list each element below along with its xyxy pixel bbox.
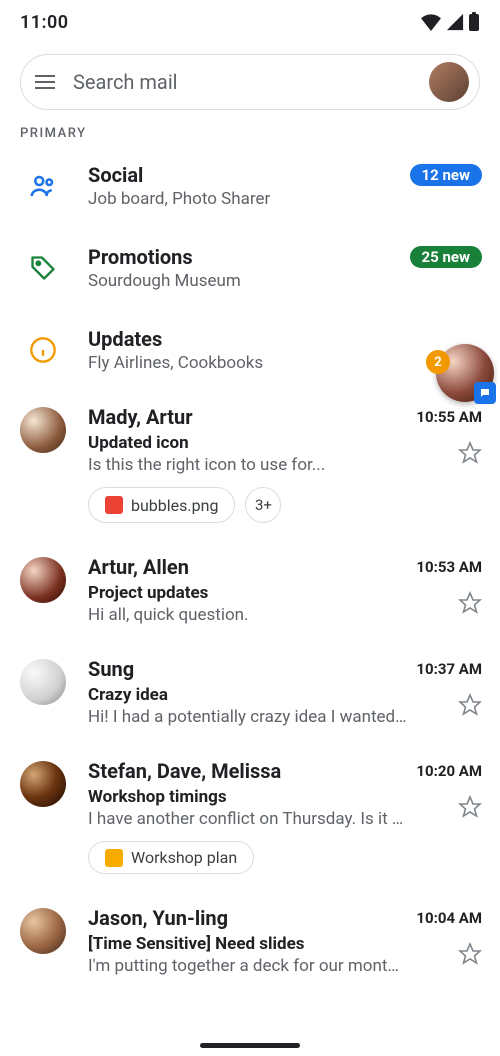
email-snippet: Hi all, quick question.	[88, 605, 408, 625]
status-bar: 11:00	[0, 0, 500, 40]
email-subject: [Time Sensitive] Need slides	[88, 934, 482, 954]
sender-avatar[interactable]	[20, 761, 66, 807]
email-item[interactable]: Stefan, Dave, Melissa 10:20 AM Workshop …	[0, 745, 500, 892]
category-subtitle: Job board, Photo Sharer	[88, 189, 482, 209]
section-label-primary: PRIMARY	[0, 120, 500, 145]
star-icon[interactable]	[458, 942, 482, 966]
attachment-label: bubbles.png	[131, 496, 218, 515]
email-item[interactable]: Artur, Allen 10:53 AM Project updates Hi…	[0, 541, 500, 643]
category-title: Promotions	[88, 245, 193, 269]
search-bar-container: Search mail	[0, 40, 500, 120]
category-subtitle: Fly Airlines, Cookbooks	[88, 353, 482, 373]
category-title: Updates	[88, 327, 162, 351]
category-subtitle: Sourdough Museum	[88, 271, 482, 291]
image-icon	[105, 496, 123, 514]
email-subject: Crazy idea	[88, 685, 482, 705]
sender-avatar[interactable]	[20, 557, 66, 603]
star-icon[interactable]	[458, 795, 482, 819]
email-sender: Stefan, Dave, Melissa	[88, 759, 281, 783]
email-sender: Artur, Allen	[88, 555, 189, 579]
status-time: 11:00	[20, 12, 69, 33]
cell-signal-icon	[446, 13, 464, 31]
category-social[interactable]: Social 12 new Job board, Photo Sharer	[0, 145, 500, 227]
notification-badge: 2	[426, 350, 450, 374]
battery-icon	[468, 12, 480, 32]
email-sender: Sung	[88, 657, 134, 681]
email-item[interactable]: Mady, Artur 10:55 AM Updated icon Is thi…	[0, 391, 500, 541]
email-item[interactable]: Sung 10:37 AM Crazy idea Hi! I had a pot…	[0, 643, 500, 745]
email-time: 10:20 AM	[416, 762, 482, 780]
new-badge: 12 new	[410, 164, 482, 186]
email-time: 10:37 AM	[416, 660, 482, 678]
account-avatar[interactable]	[429, 62, 469, 102]
star-icon[interactable]	[458, 441, 482, 465]
email-time: 10:04 AM	[416, 909, 482, 927]
attachment-chip[interactable]: bubbles.png	[88, 487, 235, 523]
new-badge: 25 new	[410, 246, 482, 268]
chat-icon	[474, 382, 496, 404]
email-snippet: Is this the right icon to use for...	[88, 455, 408, 475]
menu-icon[interactable]	[35, 70, 59, 94]
sender-avatar[interactable]	[20, 659, 66, 705]
category-updates[interactable]: Updates Fly Airlines, Cookbooks	[0, 309, 500, 391]
email-subject: Updated icon	[88, 433, 482, 453]
search-bar[interactable]: Search mail	[20, 54, 480, 110]
slides-icon	[105, 849, 123, 867]
inbox-list: Social 12 new Job board, Photo Sharer Pr…	[0, 145, 500, 994]
attachment-chips: bubbles.png 3+	[88, 487, 482, 523]
email-sender: Jason, Yun-ling	[88, 906, 228, 930]
email-snippet: I have another conflict on Thursday. Is …	[88, 809, 408, 829]
email-sender: Mady, Artur	[88, 405, 193, 429]
email-snippet: I'm putting together a deck for our mont…	[88, 956, 408, 976]
floating-chat-head[interactable]: 2	[436, 344, 494, 402]
people-icon	[20, 163, 66, 209]
info-icon	[20, 327, 66, 373]
attachment-more[interactable]: 3+	[245, 487, 281, 523]
email-subject: Project updates	[88, 583, 482, 603]
search-input[interactable]: Search mail	[73, 70, 415, 94]
sender-avatar[interactable]	[20, 407, 66, 453]
attachment-chip[interactable]: Workshop plan	[88, 841, 254, 874]
sender-avatar[interactable]	[20, 908, 66, 954]
star-icon[interactable]	[458, 591, 482, 615]
email-subject: Workshop timings	[88, 787, 482, 807]
status-icons	[420, 12, 480, 32]
wifi-icon	[420, 13, 442, 31]
category-title: Social	[88, 163, 143, 187]
star-icon[interactable]	[458, 693, 482, 717]
category-promotions[interactable]: Promotions 25 new Sourdough Museum	[0, 227, 500, 309]
attachment-label: Workshop plan	[131, 848, 237, 867]
email-snippet: Hi! I had a potentially crazy idea I wan…	[88, 707, 408, 727]
tag-icon	[20, 245, 66, 291]
email-time: 10:55 AM	[416, 408, 482, 426]
email-time: 10:53 AM	[416, 558, 482, 576]
email-item[interactable]: Jason, Yun-ling 10:04 AM [Time Sensitive…	[0, 892, 500, 994]
attachment-chips: Workshop plan	[88, 841, 482, 874]
nav-handle[interactable]	[200, 1043, 300, 1048]
